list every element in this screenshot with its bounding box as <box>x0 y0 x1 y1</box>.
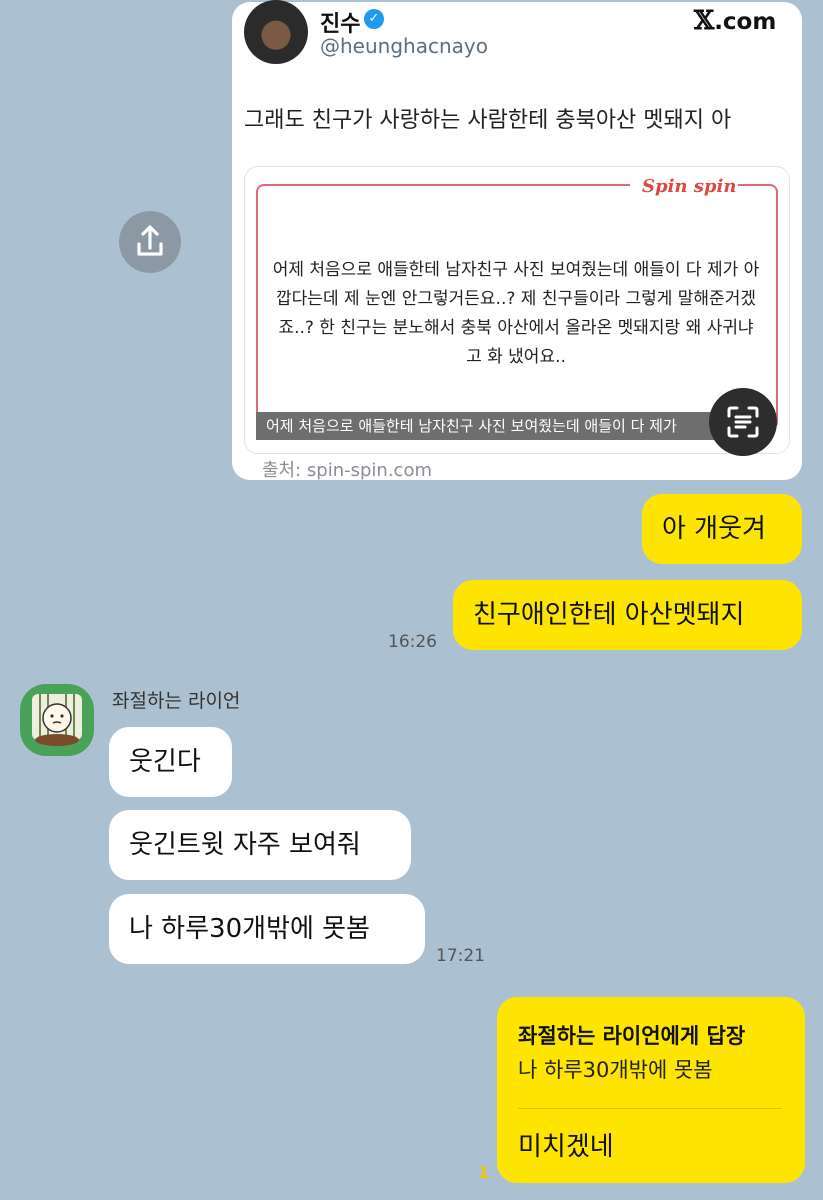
unread-count: 1 <box>478 1163 490 1182</box>
reply-quoted-text: 나 하루30개밖에 못봄 <box>518 1058 713 1082</box>
text-scan-button[interactable] <box>709 388 777 456</box>
verified-badge-icon: ✓ <box>364 9 384 29</box>
tweet-text: 그래도 친구가 사랑하는 사람한테 충북아산 멧돼지 아 <box>244 108 732 133</box>
reply-divider <box>518 1108 782 1109</box>
other-message-bubble[interactable]: 웃긴트윗 자주 보여줘 <box>109 810 411 880</box>
text-scan-icon <box>727 406 759 438</box>
preview-caption: 어제 처음으로 애들한테 남자친구 사진 보여줬는데 애들이 다 제가 <box>256 412 726 440</box>
other-message-bubble[interactable]: 웃긴다 <box>109 727 232 797</box>
message-time: 17:21 <box>436 946 485 966</box>
other-message-bubble[interactable]: 나 하루30개밖에 못봄 <box>109 894 425 964</box>
sender-avatar[interactable] <box>20 684 94 756</box>
message-time: 16:26 <box>388 632 437 652</box>
preview-source: 출처: spin-spin.com <box>262 460 432 481</box>
my-message-bubble[interactable]: 아 개웃겨 <box>642 494 802 564</box>
lion-character-icon <box>32 694 82 746</box>
tweet-site-domain: .com <box>714 9 777 35</box>
preview-body-text: 어제 처음으로 애들한테 남자친구 사진 보여줬는데 애들이 다 제가 아깝다는… <box>272 260 760 367</box>
reply-message-text: 미치겠네 <box>518 1132 614 1162</box>
tweet-author-handle: @heunghacnayo <box>320 34 488 58</box>
share-button[interactable] <box>119 211 181 273</box>
share-icon <box>137 225 163 256</box>
reply-target-title: 좌절하는 라이언에게 답장 <box>518 1024 746 1048</box>
sender-name: 좌절하는 라이언 <box>112 690 241 712</box>
x-logo-icon: 𝕏 <box>694 6 715 36</box>
tweet-site-label: 𝕏.com <box>694 6 776 36</box>
preview-brand-logo: Spin spin <box>642 176 737 197</box>
tweet-author-avatar <box>244 0 308 64</box>
my-message-bubble[interactable]: 친구애인한테 아산멧돼지 <box>453 580 802 650</box>
